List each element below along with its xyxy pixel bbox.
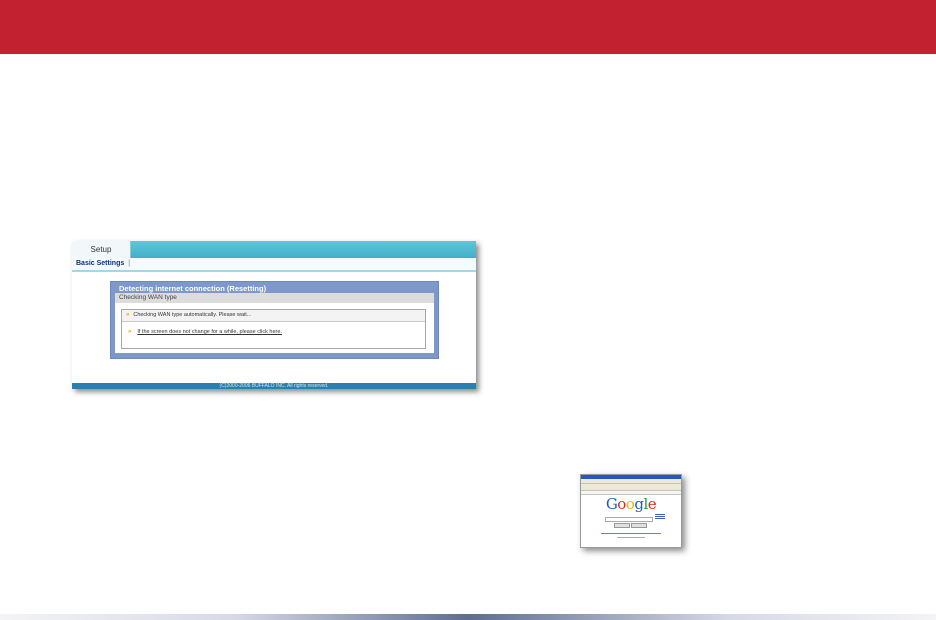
google-search-button xyxy=(614,523,630,528)
side-links xyxy=(655,514,665,520)
double-arrow-icon: » xyxy=(126,312,130,318)
dialog-body: Checking WAN type » Checking WAN type aut… xyxy=(115,293,434,353)
browser-google-thumbnail: Google xyxy=(580,474,682,548)
router-subnav: Basic Settings | xyxy=(72,258,476,270)
google-lucky-button xyxy=(631,523,647,528)
router-tab-bar: Setup xyxy=(72,241,476,258)
footer-links xyxy=(601,533,661,534)
status-message: Checking WAN type automatically. Please … xyxy=(133,312,252,318)
subnav-accent-line xyxy=(72,270,476,272)
status-row: » Checking WAN type automatically. Please… xyxy=(122,310,425,322)
top-banner xyxy=(0,0,936,54)
router-setup-screenshot: Setup Basic Settings | Detecting internet… xyxy=(72,241,476,389)
google-logo: Google xyxy=(581,495,681,513)
double-arrow-icon: » xyxy=(128,329,132,335)
router-footer: (C)2000-2006 BUFFALO INC. All rights res… xyxy=(72,383,476,389)
dialog-title: Detecting internet connection (Resetting… xyxy=(119,284,267,293)
google-logo-letter: o xyxy=(617,495,626,513)
subnav-separator: | xyxy=(128,260,131,267)
browser-toolbar xyxy=(581,484,681,491)
google-logo-letter: G xyxy=(605,495,618,513)
detecting-connection-dialog: Detecting internet connection (Resetting… xyxy=(110,281,439,359)
google-logo-letter: e xyxy=(647,495,657,513)
browser-content: Google xyxy=(581,495,681,547)
status-box: » Checking WAN type automatically. Please… xyxy=(121,309,426,349)
click-here-link[interactable]: If the screen does not change for a whil… xyxy=(137,329,282,335)
bottom-gradient-bar xyxy=(0,614,936,620)
google-search-input xyxy=(605,517,653,522)
help-row: » If the screen does not change for a whi… xyxy=(128,329,282,335)
subnav-basic-settings[interactable]: Basic Settings xyxy=(72,260,124,267)
tab-setup[interactable]: Setup xyxy=(72,241,131,258)
section-header: Checking WAN type xyxy=(115,293,434,303)
copyright-line xyxy=(617,537,645,538)
